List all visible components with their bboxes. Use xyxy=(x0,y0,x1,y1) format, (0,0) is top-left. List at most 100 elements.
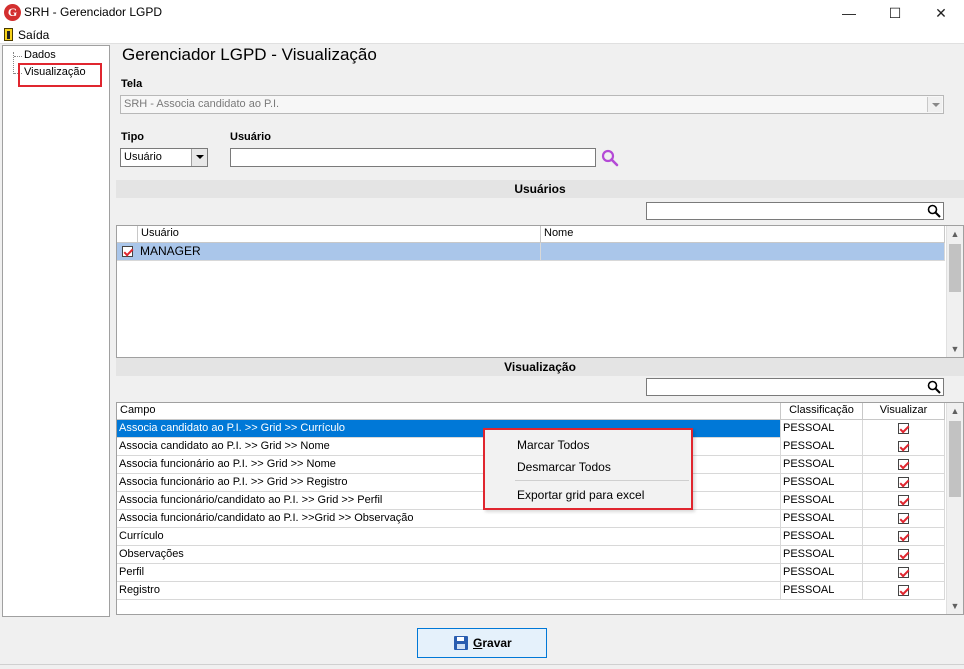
cell-classificacao: PESSOAL xyxy=(781,420,863,438)
navigation-tree: Dados Visualização xyxy=(2,45,110,617)
cell-campo: Perfil xyxy=(117,564,781,582)
visualizacao-filter-input[interactable] xyxy=(646,378,944,396)
window-title: SRH - Gerenciador LGPD xyxy=(24,5,163,19)
cell-classificacao: PESSOAL xyxy=(781,528,863,546)
usuarios-filter-input[interactable] xyxy=(646,202,944,220)
cell-classificacao: PESSOAL xyxy=(781,438,863,456)
tipo-label: Tipo xyxy=(121,131,145,143)
exit-door-icon[interactable] xyxy=(4,28,13,41)
menu-exit[interactable]: Saída xyxy=(18,28,49,42)
table-row[interactable]: Associa funcionário/candidato ao P.I. >>… xyxy=(117,510,945,528)
title-bar: G SRH - Gerenciador LGPD — ☐ ✕ xyxy=(0,0,964,26)
cell-campo: Currículo xyxy=(117,528,781,546)
visualizar-checkbox[interactable] xyxy=(898,549,909,560)
menu-bar: Saída xyxy=(0,26,964,44)
visualizar-checkbox[interactable] xyxy=(898,441,909,452)
cell-visualizar xyxy=(863,492,945,510)
menu-item-desmarcar-todos[interactable]: Desmarcar Todos xyxy=(517,460,611,474)
floppy-disk-icon xyxy=(454,636,468,650)
visualizar-checkbox[interactable] xyxy=(898,585,909,596)
close-button[interactable]: ✕ xyxy=(918,0,964,26)
visualizar-checkbox[interactable] xyxy=(898,477,909,488)
save-button[interactable]: Gravar xyxy=(417,628,547,658)
context-menu: Marcar Todos Desmarcar Todos Exportar gr… xyxy=(483,428,693,510)
cell-visualizar xyxy=(863,456,945,474)
chevron-down-icon[interactable] xyxy=(191,149,207,166)
cell-classificacao: PESSOAL xyxy=(781,474,863,492)
grid-header-spacer xyxy=(117,226,138,242)
tipo-select[interactable]: Usuário xyxy=(120,148,208,167)
cell-visualizar xyxy=(863,438,945,456)
table-row[interactable]: Observações PESSOAL xyxy=(117,546,945,564)
save-button-label: Gravar xyxy=(473,636,512,650)
table-row[interactable]: Registro PESSOAL xyxy=(117,582,945,600)
cell-nome xyxy=(541,243,945,261)
tree-connector xyxy=(14,56,22,57)
col-header-classificacao[interactable]: Classificação xyxy=(781,403,863,419)
visualizar-checkbox[interactable] xyxy=(898,495,909,506)
cell-visualizar xyxy=(863,582,945,600)
scroll-down-icon[interactable]: ▼ xyxy=(947,598,963,614)
col-header-visualizar[interactable]: Visualizar xyxy=(863,403,945,419)
tipo-value: Usuário xyxy=(124,151,162,163)
cell-classificacao: PESSOAL xyxy=(781,510,863,528)
visualizar-checkbox[interactable] xyxy=(898,567,909,578)
cell-campo: Registro xyxy=(117,582,781,600)
scroll-down-icon[interactable]: ▼ xyxy=(947,341,963,357)
table-row[interactable]: Perfil PESSOAL xyxy=(117,564,945,582)
scroll-thumb[interactable] xyxy=(949,421,961,497)
tree-item-dados[interactable]: Dados xyxy=(24,49,56,61)
row-checkbox[interactable] xyxy=(122,246,133,257)
tela-combobox[interactable]: SRH - Associa candidato ao P.I. xyxy=(120,95,944,114)
visualizar-checkbox[interactable] xyxy=(898,423,909,434)
usuarios-scrollbar[interactable]: ▲ ▼ xyxy=(946,226,963,357)
tela-label: Tela xyxy=(121,78,143,90)
minimize-button[interactable]: — xyxy=(826,0,872,26)
visualizar-checkbox[interactable] xyxy=(898,513,909,524)
cell-visualizar xyxy=(863,510,945,528)
table-row[interactable]: Currículo PESSOAL xyxy=(117,528,945,546)
scroll-thumb[interactable] xyxy=(949,244,961,292)
usuario-input[interactable] xyxy=(230,148,596,167)
visualizar-checkbox[interactable] xyxy=(898,459,909,470)
search-icon[interactable] xyxy=(927,380,941,394)
cell-classificacao: PESSOAL xyxy=(781,582,863,600)
col-header-campo[interactable]: Campo xyxy=(117,403,781,419)
col-header-nome[interactable]: Nome xyxy=(541,226,945,242)
cell-visualizar xyxy=(863,564,945,582)
maximize-button[interactable]: ☐ xyxy=(872,0,918,26)
page-title: Gerenciador LGPD - Visualização xyxy=(122,45,377,64)
cell-classificacao: PESSOAL xyxy=(781,564,863,582)
cell-campo: Associa funcionário/candidato ao P.I. >>… xyxy=(117,510,781,528)
usuario-label: Usuário xyxy=(230,131,271,143)
usuarios-grid-header: Usuário Nome xyxy=(117,226,945,243)
visualizacao-grid-header: Campo Classificação Visualizar xyxy=(117,403,945,420)
visualizar-checkbox[interactable] xyxy=(898,531,909,542)
cell-usuario: MANAGER xyxy=(138,243,541,261)
status-bar xyxy=(0,664,964,669)
usuarios-section-header: Usuários xyxy=(116,180,964,198)
scroll-up-icon[interactable]: ▲ xyxy=(947,226,963,242)
search-icon[interactable] xyxy=(927,204,941,218)
search-icon[interactable] xyxy=(601,149,619,167)
col-header-usuario[interactable]: Usuário xyxy=(138,226,541,242)
selection-highlight-box xyxy=(18,63,102,87)
cell-classificacao: PESSOAL xyxy=(781,456,863,474)
menu-item-exportar-excel[interactable]: Exportar grid para excel xyxy=(517,488,644,502)
cell-visualizar xyxy=(863,474,945,492)
cell-visualizar xyxy=(863,528,945,546)
cell-classificacao: PESSOAL xyxy=(781,546,863,564)
chevron-down-icon[interactable] xyxy=(927,97,942,112)
table-row[interactable]: MANAGER xyxy=(117,243,945,261)
cell-campo: Observações xyxy=(117,546,781,564)
usuarios-grid: Usuário Nome MANAGER ▲ ▼ xyxy=(116,225,964,358)
visualizacao-section-header: Visualização xyxy=(116,358,964,376)
cell-visualizar xyxy=(863,546,945,564)
menu-separator xyxy=(515,480,689,481)
tela-value: SRH - Associa candidato ao P.I. xyxy=(124,98,280,110)
menu-item-marcar-todos[interactable]: Marcar Todos xyxy=(517,438,589,452)
scroll-up-icon[interactable]: ▲ xyxy=(947,403,963,419)
cell-visualizar xyxy=(863,420,945,438)
visualizacao-scrollbar[interactable]: ▲ ▼ xyxy=(946,403,963,614)
cell-classificacao: PESSOAL xyxy=(781,492,863,510)
